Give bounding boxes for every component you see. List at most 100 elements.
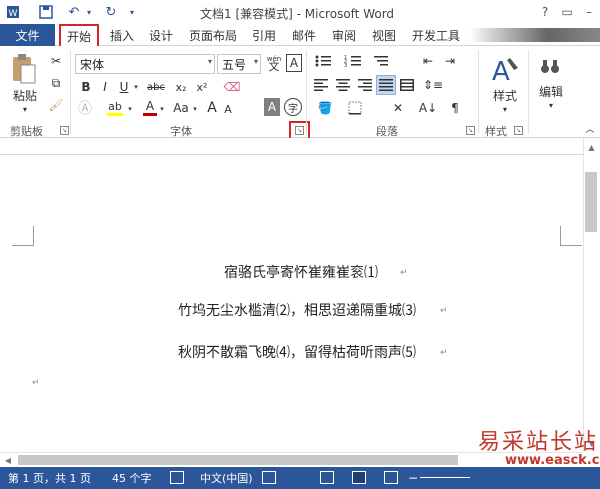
horizontal-scroll-thumb[interactable] — [18, 455, 458, 465]
paste-button[interactable]: 粘贴 — [8, 88, 42, 103]
help-button[interactable]: ? — [534, 0, 556, 24]
subscript-button[interactable]: x₂ — [172, 78, 190, 96]
styles-button[interactable]: 样式 — [486, 88, 524, 103]
tab-insert[interactable]: 插入 — [104, 24, 140, 46]
language-indicator[interactable]: 中文(中国) — [200, 467, 253, 489]
redo-icon[interactable]: ↻ — [101, 3, 121, 21]
chevron-down-icon[interactable]: ▾ — [254, 57, 258, 66]
shrink-font-button[interactable]: A — [222, 100, 234, 118]
char-shading-icon[interactable]: A — [264, 98, 280, 116]
multilevel-list-icon[interactable] — [370, 52, 392, 70]
poem-line-2[interactable]: 秋阴不散霜飞晚⑷，留得枯荷听雨声⑸ — [178, 342, 416, 362]
paragraph-mark: ↵ — [440, 306, 448, 316]
tab-mailings[interactable]: 邮件 — [286, 24, 322, 46]
styles-icon[interactable]: A — [488, 52, 522, 88]
document-area[interactable] — [0, 138, 583, 452]
tab-review[interactable]: 审阅 — [326, 24, 362, 46]
scroll-left-icon[interactable]: ◀ — [2, 453, 14, 467]
minimize-icon[interactable]: – — [578, 0, 600, 24]
user-account-area[interactable] — [470, 28, 600, 42]
underline-dropdown-icon[interactable]: ▾ — [132, 82, 140, 92]
show-marks-icon[interactable]: ¶ — [446, 98, 464, 118]
italic-button[interactable]: I — [97, 78, 113, 96]
vertical-scroll-thumb[interactable] — [585, 172, 597, 232]
read-mode-icon[interactable] — [320, 471, 334, 484]
poem-title[interactable]: 宿骆氏亭寄怀崔雍崔衮⑴ — [224, 262, 378, 282]
tab-view[interactable]: 视图 — [366, 24, 402, 46]
phonetic-guide-icon[interactable]: wén 文 — [264, 52, 284, 74]
word-icon[interactable]: W — [4, 3, 22, 21]
ribbon-display-icon[interactable]: ▭ — [556, 0, 578, 24]
customize-toolbar-icon[interactable]: ▾ — [125, 3, 139, 21]
proofing-icon[interactable] — [170, 471, 184, 484]
chinese-layout-icon[interactable]: ✕ — [386, 98, 410, 118]
styles-group-label: 样式 — [485, 125, 507, 138]
styles-launcher-icon[interactable]: ↘ — [514, 126, 523, 135]
line-spacing-icon[interactable]: ⇕≡ — [422, 76, 444, 94]
align-left-icon[interactable] — [312, 76, 330, 94]
editing-button[interactable]: 编辑 — [534, 84, 568, 99]
strikethrough-button[interactable]: abc — [144, 78, 168, 96]
find-icon[interactable] — [538, 54, 562, 80]
font-name-combo[interactable]: 宋体 ▾ — [75, 54, 215, 74]
enclose-characters-icon[interactable]: 字 — [284, 98, 302, 116]
bullets-icon[interactable] — [312, 52, 334, 70]
numbering-icon[interactable]: 123 — [342, 52, 364, 70]
zoom-out-icon[interactable]: − — [408, 467, 418, 489]
paragraph-launcher-icon[interactable]: ↘ — [466, 126, 475, 135]
undo-icon[interactable]: ↶ — [64, 3, 84, 21]
bold-button[interactable]: B — [78, 78, 94, 96]
decrease-indent-icon[interactable]: ⇤ — [418, 52, 438, 70]
paste-dropdown-icon[interactable]: ▾ — [18, 104, 32, 114]
styles-dropdown-icon[interactable]: ▾ — [498, 104, 512, 114]
format-painter-icon[interactable]: 🖌 — [47, 96, 65, 114]
poem-line-1[interactable]: 竹坞无尘水槛清⑵，相思迢递隔重城⑶ — [178, 300, 416, 320]
empty-paragraph-mark: ↵ — [32, 378, 40, 388]
tab-developer[interactable]: 开发工具 — [406, 24, 466, 46]
sort-icon[interactable]: A↓ — [418, 98, 438, 118]
increase-indent-icon[interactable]: ⇥ — [440, 52, 460, 70]
chevron-down-icon[interactable]: ▾ — [208, 57, 212, 66]
distributed-icon[interactable] — [398, 76, 416, 94]
shading-icon[interactable]: 🪣 — [314, 98, 336, 118]
save-icon[interactable] — [36, 3, 56, 21]
macro-record-icon[interactable] — [262, 471, 276, 484]
justify-icon[interactable] — [376, 75, 396, 95]
print-layout-icon[interactable] — [352, 471, 366, 484]
word-count[interactable]: 45 个字 — [112, 467, 152, 489]
align-center-icon[interactable] — [334, 76, 352, 94]
scroll-up-icon[interactable]: ▲ — [583, 140, 600, 154]
font-color-icon[interactable]: A — [141, 98, 159, 118]
superscript-button[interactable]: x² — [193, 78, 211, 96]
grow-font-button[interactable]: A — [205, 98, 219, 118]
underline-button[interactable]: U — [116, 78, 132, 96]
tab-design[interactable]: 设计 — [143, 24, 179, 46]
tab-references[interactable]: 引用 — [246, 24, 282, 46]
tab-page-layout[interactable]: 页面布局 — [184, 24, 242, 46]
font-color-dropdown-icon[interactable]: ▾ — [158, 104, 166, 114]
copy-icon[interactable]: ⧉ — [47, 74, 65, 92]
highlight-dropdown-icon[interactable]: ▾ — [126, 104, 134, 114]
collapse-ribbon-icon[interactable]: ︿ — [584, 122, 596, 135]
text-effects-icon[interactable]: Ⓐ — [76, 98, 94, 118]
align-right-icon[interactable] — [356, 76, 374, 94]
tab-home[interactable]: 开始 — [59, 24, 99, 47]
borders-icon[interactable] — [346, 100, 364, 116]
web-layout-icon[interactable] — [384, 471, 398, 484]
change-case-dropdown-icon[interactable]: ▾ — [191, 104, 199, 114]
zoom-slider[interactable] — [420, 477, 470, 478]
tab-file[interactable]: 文件 — [0, 24, 55, 46]
highlight-color-icon[interactable]: ab — [104, 98, 126, 118]
paste-icon[interactable] — [8, 52, 40, 86]
ribbon-tabs: 文件 开始 插入 设计 页面布局 引用 邮件 审阅 视图 开发工具 — [0, 24, 600, 47]
cut-icon[interactable]: ✂ — [47, 52, 65, 70]
undo-dropdown-icon[interactable]: ▾ — [84, 3, 94, 21]
clipboard-launcher-icon[interactable]: ↘ — [60, 126, 69, 135]
font-group-label: 字体 — [170, 125, 192, 138]
char-border-icon[interactable]: A — [286, 54, 302, 72]
change-case-button[interactable]: Aa — [170, 98, 192, 118]
page-count[interactable]: 第 1 页，共 1 页 — [8, 467, 91, 489]
editing-dropdown-icon[interactable]: ▾ — [544, 100, 558, 110]
clear-formatting-icon[interactable]: ⌫ — [222, 78, 242, 96]
font-size-combo[interactable]: 五号 ▾ — [217, 54, 261, 74]
